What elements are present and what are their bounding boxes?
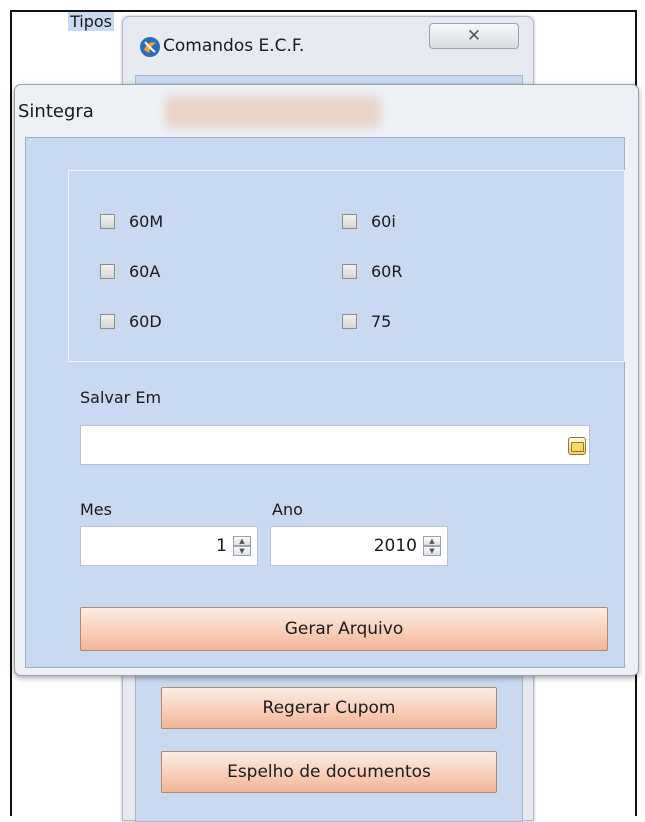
mes-spinner[interactable]: 1 ▲ ▼	[80, 526, 258, 566]
up-arrow-icon[interactable]: ▲	[423, 536, 441, 546]
mes-label: Mes	[80, 500, 112, 519]
checkbox-box[interactable]	[342, 214, 357, 229]
window-title: Sintegra	[18, 101, 94, 122]
blurred-background	[165, 97, 380, 127]
spinner-arrows[interactable]: ▲ ▼	[423, 536, 441, 556]
regerar-cupom-button[interactable]: Regerar Cupom	[161, 687, 497, 729]
ano-label: Ano	[272, 500, 303, 519]
checkbox-label: 60D	[129, 312, 162, 331]
checkbox-label: 60R	[371, 262, 403, 281]
checkbox-label: 75	[371, 312, 392, 331]
checkbox-75[interactable]: 75	[342, 312, 391, 331]
ano-value[interactable]: 2010	[374, 527, 417, 565]
window-title: Comandos E.C.F.	[163, 36, 305, 56]
down-arrow-icon[interactable]: ▼	[423, 546, 441, 556]
mes-value[interactable]: 1	[216, 527, 227, 565]
checkbox-box[interactable]	[100, 264, 115, 279]
checkbox-label: 60i	[371, 212, 396, 231]
checkbox-label: 60M	[129, 212, 164, 231]
checkbox-60r[interactable]: 60R	[342, 262, 402, 281]
espelho-documentos-button[interactable]: Espelho de documentos	[161, 751, 497, 793]
up-arrow-icon[interactable]: ▲	[233, 536, 251, 546]
gerar-arquivo-button[interactable]: Gerar Arquivo	[80, 607, 608, 651]
checkbox-60d[interactable]: 60D	[100, 312, 162, 331]
app-logo-icon	[140, 37, 160, 57]
salvar-em-input[interactable]	[80, 425, 590, 465]
checkbox-box[interactable]	[100, 214, 115, 229]
salvar-em-label: Salvar Em	[80, 388, 162, 407]
down-arrow-icon[interactable]: ▼	[233, 546, 251, 556]
checkbox-label: 60A	[129, 262, 161, 281]
checkbox-box[interactable]	[342, 314, 357, 329]
checkbox-60m[interactable]: 60M	[100, 212, 163, 231]
checkbox-box[interactable]	[342, 264, 357, 279]
folder-icon[interactable]	[568, 437, 586, 455]
checkbox-60a[interactable]: 60A	[100, 262, 160, 281]
spinner-arrows[interactable]: ▲ ▼	[233, 536, 251, 556]
checkbox-box[interactable]	[100, 314, 115, 329]
close-button[interactable]: ✕	[429, 23, 519, 49]
checkbox-60i[interactable]: 60i	[342, 212, 396, 231]
ano-spinner[interactable]: 2010 ▲ ▼	[270, 526, 448, 566]
tipos-legend: Tipos	[68, 12, 115, 31]
